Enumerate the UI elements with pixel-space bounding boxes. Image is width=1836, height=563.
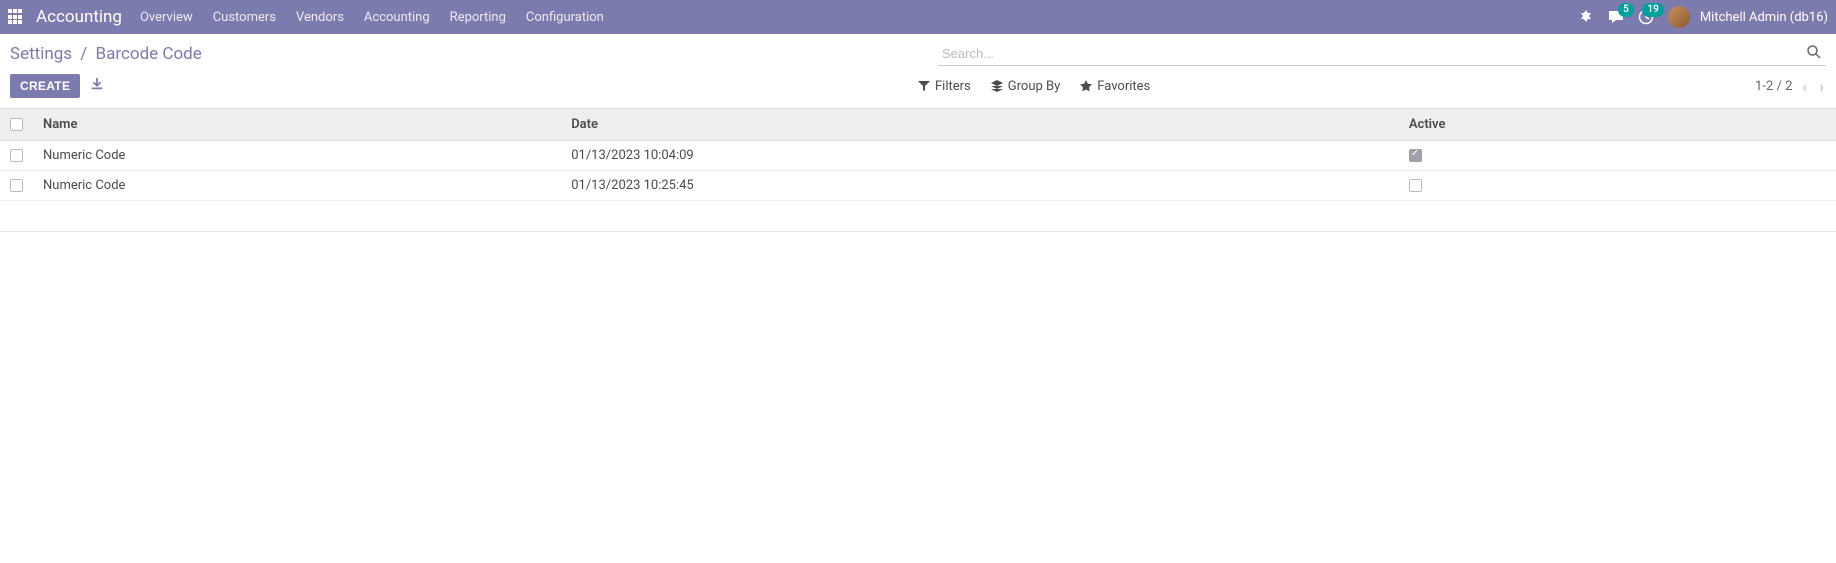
create-button[interactable]: CREATE [10, 74, 80, 98]
pager-range[interactable]: 1-2 / 2 [1755, 79, 1792, 94]
star-icon [1080, 80, 1092, 92]
messages-badge: 5 [1618, 3, 1634, 17]
nav-item-customers[interactable]: Customers [213, 10, 276, 25]
cell-name: Numeric Code [33, 171, 561, 201]
list-table: Name Date Active Numeric Code01/13/2023 … [0, 108, 1836, 201]
cell-date: 01/13/2023 10:04:09 [561, 141, 1399, 171]
activities-badge: 19 [1642, 3, 1663, 17]
cell-active [1399, 141, 1836, 171]
download-icon[interactable] [90, 77, 104, 95]
breadcrumb-separator: / [80, 44, 87, 64]
avatar [1668, 6, 1690, 28]
pager-next-icon[interactable]: › [1817, 77, 1826, 96]
column-header-name[interactable]: Name [33, 109, 561, 141]
nav-menu: Overview Customers Vendors Accounting Re… [140, 10, 604, 25]
groupby-label: Group By [1008, 79, 1061, 94]
favorites-label: Favorites [1097, 79, 1150, 94]
breadcrumb-current: Barcode Code [96, 44, 202, 64]
user-menu[interactable]: Mitchell Admin (db16) [1668, 6, 1828, 28]
nav-item-accounting[interactable]: Accounting [364, 10, 430, 25]
nav-item-configuration[interactable]: Configuration [526, 10, 604, 25]
table-footer-line [0, 231, 1836, 232]
cell-date: 01/13/2023 10:25:45 [561, 171, 1399, 201]
search-input[interactable] [938, 42, 1826, 66]
pager: 1-2 / 2 ‹ › [1755, 77, 1826, 96]
column-header-active[interactable]: Active [1399, 109, 1836, 141]
user-label: Mitchell Admin (db16) [1700, 10, 1828, 25]
filters-label: Filters [935, 79, 971, 94]
favorites-button[interactable]: Favorites [1080, 79, 1150, 94]
select-all-checkbox[interactable] [10, 118, 23, 131]
nav-item-reporting[interactable]: Reporting [450, 10, 506, 25]
debug-icon[interactable] [1578, 9, 1594, 25]
filters-button[interactable]: Filters [918, 79, 971, 94]
nav-item-vendors[interactable]: Vendors [296, 10, 344, 25]
layers-icon [991, 80, 1003, 92]
pager-prev-icon[interactable]: ‹ [1800, 77, 1809, 96]
breadcrumb-parent[interactable]: Settings [10, 44, 72, 64]
row-checkbox[interactable] [10, 149, 23, 162]
active-checkbox[interactable] [1409, 149, 1422, 162]
cell-name: Numeric Code [33, 141, 561, 171]
activities-icon[interactable]: 19 [1638, 9, 1654, 25]
table-row[interactable]: Numeric Code01/13/2023 10:25:45 [0, 171, 1836, 201]
app-name[interactable]: Accounting [36, 7, 122, 27]
messages-icon[interactable]: 5 [1608, 9, 1624, 25]
table-row[interactable]: Numeric Code01/13/2023 10:04:09 [0, 141, 1836, 171]
apps-launcher-icon[interactable] [8, 9, 24, 25]
column-header-date[interactable]: Date [561, 109, 1399, 141]
nav-item-overview[interactable]: Overview [140, 10, 193, 25]
groupby-button[interactable]: Group By [991, 79, 1061, 94]
row-checkbox[interactable] [10, 179, 23, 192]
breadcrumb: Settings / Barcode Code [10, 44, 918, 64]
cell-active [1399, 171, 1836, 201]
top-navbar: Accounting Overview Customers Vendors Ac… [0, 0, 1836, 34]
search-icon[interactable] [1806, 44, 1822, 60]
active-checkbox[interactable] [1409, 179, 1422, 192]
filter-icon [918, 80, 930, 92]
